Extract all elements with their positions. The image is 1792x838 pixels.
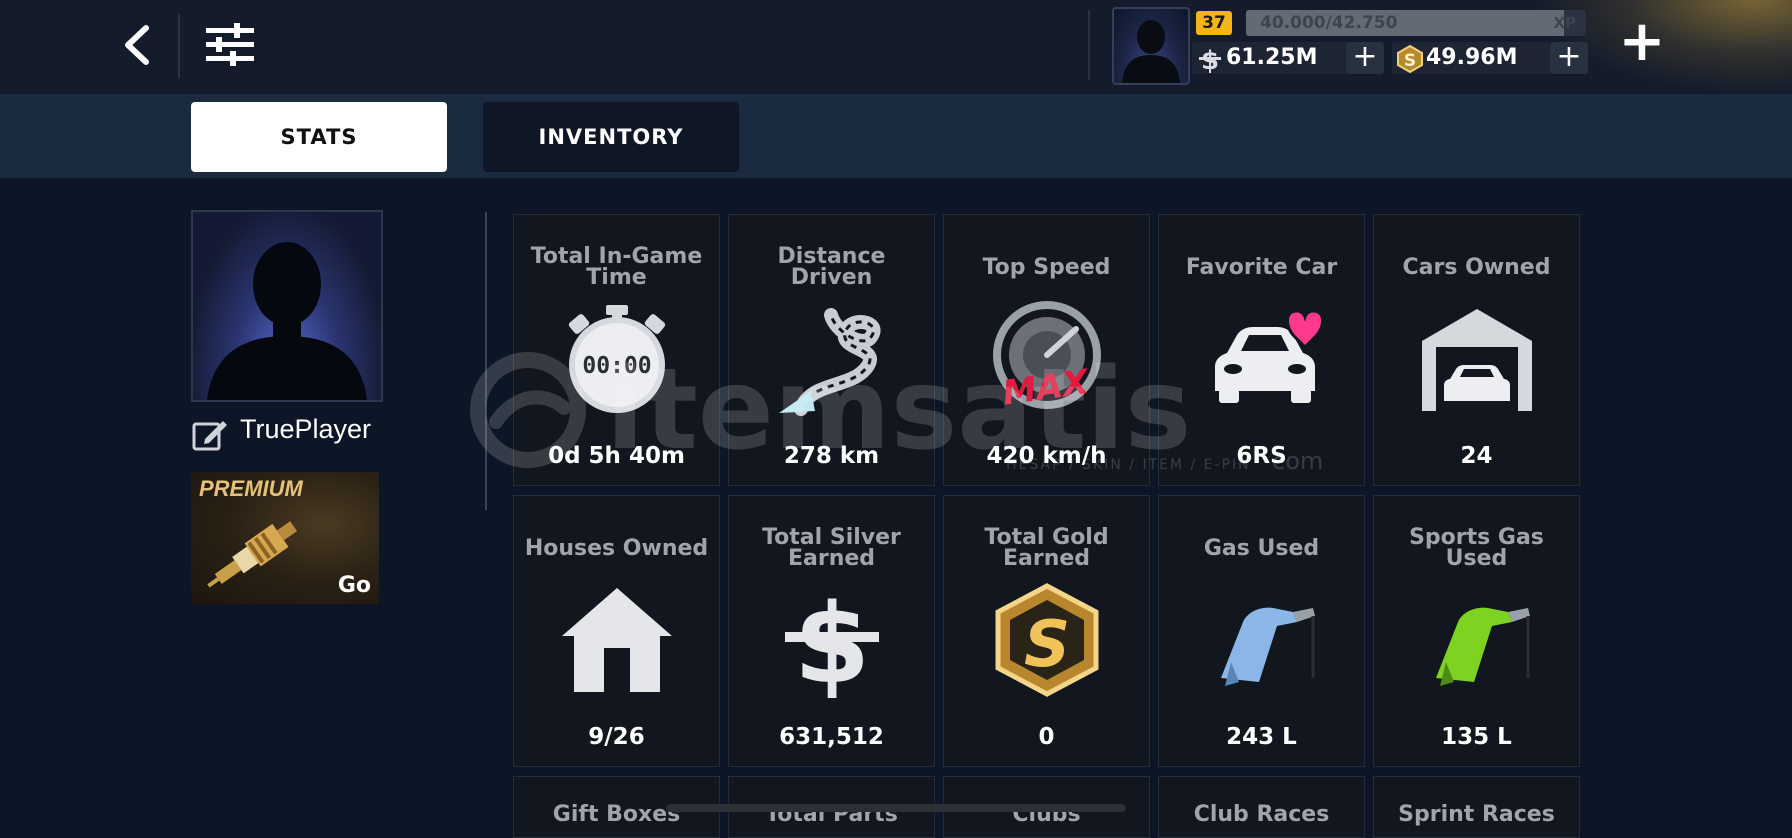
stat-card-gas-used: Gas Used 243 L xyxy=(1158,495,1365,767)
player-silhouette-icon xyxy=(207,242,367,400)
top-bar: 37 40.000/42.750 XP $ 61.25M + S 49.96M … xyxy=(0,0,1792,94)
stat-title: Total Gold Earned xyxy=(984,525,1109,571)
tab-stats[interactable]: STATS xyxy=(191,102,447,172)
gold-coin-icon: S xyxy=(995,583,1099,697)
stat-title: Gas Used xyxy=(1203,535,1320,561)
silver-dollar-icon: $ xyxy=(785,582,879,698)
column-divider xyxy=(485,212,487,510)
sliders-icon xyxy=(206,23,254,66)
stat-card-sprint-races: Sprint Races xyxy=(1373,776,1580,838)
silver-currency-icon: $ xyxy=(1199,46,1221,73)
stat-card-houses-owned: Houses Owned 9/26 xyxy=(513,495,720,767)
stat-title: Total In-Game Time xyxy=(530,244,703,290)
car-heart-icon xyxy=(1215,309,1323,403)
stat-title: Sprint Races xyxy=(1398,801,1555,827)
profile-avatar-button[interactable] xyxy=(1112,7,1190,85)
stat-card-distance: Distance Driven 278 km xyxy=(728,214,935,486)
svg-text:S: S xyxy=(1024,608,1070,682)
level-badge: 37 xyxy=(1196,11,1232,35)
tab-inventory[interactable]: INVENTORY xyxy=(483,102,739,172)
stat-value: 0d 5h 40m xyxy=(548,443,685,469)
xp-progress-bar: 40.000/42.750 XP xyxy=(1246,10,1586,36)
spark-plug-icon xyxy=(207,521,298,588)
settings-button[interactable] xyxy=(204,22,256,68)
stat-title: Houses Owned xyxy=(524,535,709,561)
house-icon xyxy=(562,588,672,692)
stat-value: 278 km xyxy=(783,443,880,469)
premium-banner[interactable]: PREMIUM Go xyxy=(191,472,379,604)
stat-value: 243 L xyxy=(1226,724,1297,750)
stat-value: 420 km/h xyxy=(986,443,1107,469)
stat-value: 0 xyxy=(1038,724,1055,750)
stat-title: Cars Owned xyxy=(1402,254,1551,280)
tab-bar: STATS INVENTORY xyxy=(0,94,1792,178)
stat-value: 631,512 xyxy=(779,724,884,750)
stat-value: 135 L xyxy=(1441,724,1512,750)
gold-balance: S 49.96M xyxy=(1392,42,1552,74)
silver-amount: 61.25M xyxy=(1226,45,1318,70)
stat-value: 6RS xyxy=(1236,443,1287,469)
back-button[interactable] xyxy=(118,22,158,68)
stat-card-silver-earned: Total Silver Earned $ 631,512 xyxy=(728,495,935,767)
stat-card-gold-earned: Total Gold Earned S 0 xyxy=(943,495,1150,767)
sports-gas-nozzle-icon xyxy=(1436,607,1530,686)
player-name: TruePlayer xyxy=(240,414,372,444)
avatar-divider xyxy=(1088,10,1090,80)
scroll-indicator[interactable] xyxy=(666,804,1126,812)
stat-title: Distance Driven xyxy=(777,244,886,290)
garage-icon xyxy=(1422,309,1532,411)
gas-nozzle-icon xyxy=(1221,607,1315,686)
stat-value: 9/26 xyxy=(588,724,645,750)
stat-title: Club Races xyxy=(1193,801,1330,827)
player-silhouette-icon xyxy=(1122,20,1180,83)
road-icon xyxy=(779,308,881,416)
stat-title: Sports Gas Used xyxy=(1409,525,1544,571)
edit-icon xyxy=(192,421,227,451)
stat-title: Total Silver Earned xyxy=(762,525,901,571)
stat-title: Top Speed xyxy=(982,254,1111,280)
gold-currency-icon: S xyxy=(1397,45,1423,73)
xp-label: XP xyxy=(1553,14,1576,32)
speedometer-icon: MAX xyxy=(993,301,1101,414)
xp-value: 40.000/42.750 xyxy=(1260,13,1398,33)
stat-value: 24 xyxy=(1460,443,1493,469)
top-divider xyxy=(178,14,180,78)
stat-title: Favorite Car xyxy=(1185,254,1338,280)
chevron-left-icon xyxy=(125,25,149,65)
add-silver-button[interactable]: + xyxy=(1346,42,1384,74)
stopwatch-icon: 00:00 xyxy=(568,305,666,413)
edit-name-button[interactable] xyxy=(191,415,229,453)
add-gold-button[interactable]: + xyxy=(1550,42,1588,74)
stat-card-sports-gas-used: Sports Gas Used 135 L xyxy=(1373,495,1580,767)
stat-card-favorite-car: Favorite Car 6RS xyxy=(1158,214,1365,486)
silver-balance: $ 61.25M xyxy=(1192,42,1350,74)
stat-card-in-game-time: Total In-Game Time 00:00 0d 5h 40m xyxy=(513,214,720,486)
svg-text:S: S xyxy=(1404,51,1416,71)
shop-plus-button[interactable]: + xyxy=(1618,14,1666,70)
stat-card-club-races: Club Races xyxy=(1158,776,1365,838)
player-avatar xyxy=(191,210,383,402)
stat-card-cars-owned: Cars Owned 24 xyxy=(1373,214,1580,486)
premium-label: PREMIUM xyxy=(199,476,303,501)
premium-go-label: Go xyxy=(337,573,371,598)
stat-card-top-speed: Top Speed MAX 420 km/h xyxy=(943,214,1150,486)
gold-amount: 49.96M xyxy=(1426,45,1518,70)
svg-text:00:00: 00:00 xyxy=(582,353,651,379)
